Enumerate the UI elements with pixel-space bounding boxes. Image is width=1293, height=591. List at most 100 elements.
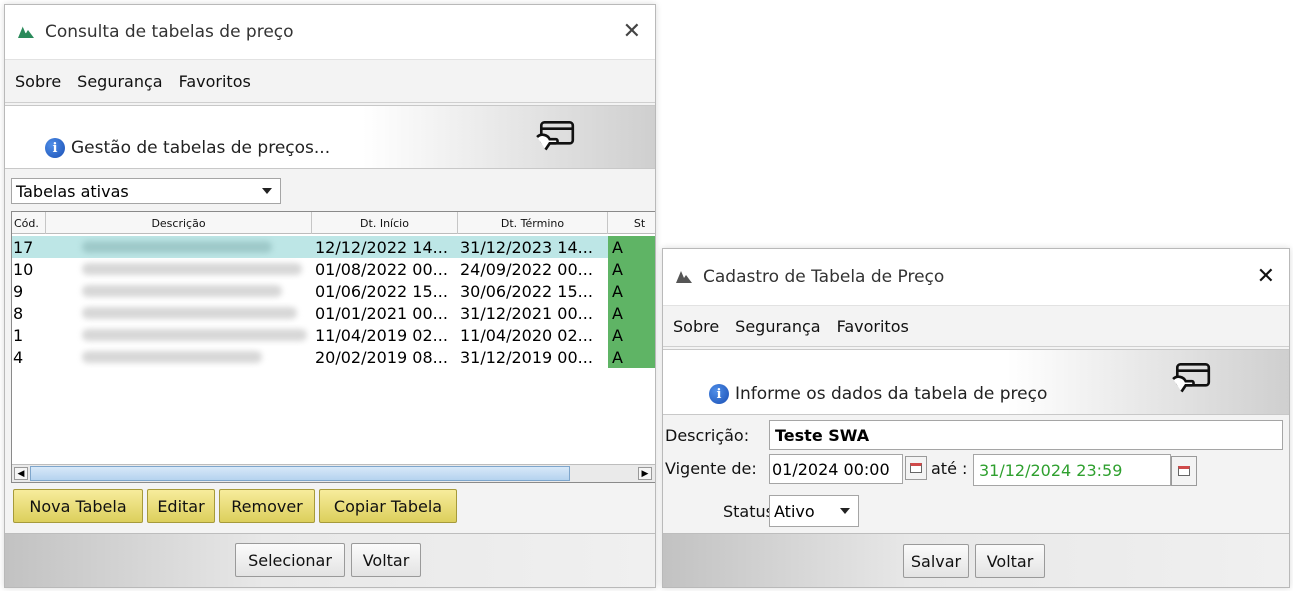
- bottom-bar: Selecionar Voltar: [5, 533, 655, 587]
- scroll-thumb[interactable]: [30, 466, 570, 481]
- menu-seguranca[interactable]: Segurança: [77, 72, 162, 91]
- app-logo-icon: [18, 25, 34, 38]
- cell-cod: 1: [13, 325, 24, 345]
- cell-dt-inicio: 20/02/2019 08...: [315, 347, 448, 367]
- price-tables-query-window: Consulta de tabelas de preço ✕ Sobre Seg…: [4, 4, 656, 588]
- col-status[interactable]: St: [608, 212, 655, 234]
- card-payment-icon: [536, 121, 575, 151]
- save-label: Salvar: [910, 551, 962, 571]
- chevron-down-icon: [262, 188, 272, 194]
- cell-dt-inicio: 01/08/2022 00...: [315, 259, 448, 279]
- close-icon[interactable]: ✕: [623, 21, 641, 43]
- col-dt-termino[interactable]: Dt. Término: [458, 212, 608, 234]
- new-table-button[interactable]: Nova Tabela: [13, 489, 143, 523]
- cell-dt-inicio: 01/01/2021 00...: [315, 303, 448, 323]
- cell-status: A: [608, 324, 655, 346]
- price-table-register-window: Cadastro de Tabela de Preço ✕ Sobre Segu…: [662, 248, 1290, 588]
- horizontal-scrollbar[interactable]: ◀ ▶: [12, 464, 655, 482]
- banner-message: i Informe os dados da tabela de preço: [709, 384, 1047, 404]
- valid-from-label: Vigente de:: [665, 459, 757, 478]
- calendar-icon[interactable]: [905, 456, 927, 480]
- copy-table-button[interactable]: Copiar Tabela: [319, 489, 457, 523]
- valid-from-value: 01/2024 00:00: [772, 459, 890, 479]
- cell-descricao-redacted: [46, 302, 312, 324]
- menu-bar: Sobre Segurança Favoritos: [663, 305, 1289, 347]
- banner-text: Gestão de tabelas de preços...: [71, 138, 331, 158]
- back-button[interactable]: Voltar: [975, 544, 1045, 578]
- table-row[interactable]: 9 01/06/2022 15... 30/06/2022 15... A: [12, 280, 655, 302]
- cell-dt-termino: 31/12/2023 14...: [460, 237, 593, 257]
- banner-text: Informe os dados da tabela de preço: [735, 384, 1048, 404]
- back-label: Voltar: [986, 551, 1034, 571]
- menu-favoritos[interactable]: Favoritos: [837, 317, 909, 336]
- menu-sobre[interactable]: Sobre: [15, 72, 61, 91]
- cell-cod: 17: [13, 237, 34, 257]
- edit-button[interactable]: Editar: [147, 489, 215, 523]
- description-field[interactable]: Teste SWA: [769, 420, 1283, 450]
- scroll-right-icon[interactable]: ▶: [638, 467, 652, 480]
- cell-status: A: [608, 258, 655, 280]
- col-descricao[interactable]: Descrição: [46, 212, 312, 234]
- close-icon[interactable]: ✕: [1257, 266, 1275, 288]
- valid-to-value: 31/12/2024 23:59: [979, 460, 1123, 480]
- header-banner: i Informe os dados da tabela de preço: [663, 349, 1289, 415]
- table-row[interactable]: 10 01/08/2022 00... 24/09/2022 00... A: [12, 258, 655, 280]
- valid-to-label: até :: [931, 459, 968, 478]
- cell-descricao-redacted: [46, 324, 312, 346]
- banner-message: i Gestão de tabelas de preços...: [45, 138, 330, 158]
- cell-dt-inicio: 01/06/2022 15...: [315, 281, 448, 301]
- select-button[interactable]: Selecionar: [235, 543, 345, 577]
- col-dt-inicio[interactable]: Dt. Início: [312, 212, 458, 234]
- calendar-icon[interactable]: [1171, 456, 1197, 486]
- filter-dropdown[interactable]: Tabelas ativas: [11, 178, 281, 204]
- menu-bar: Sobre Segurança Favoritos: [5, 59, 655, 103]
- table-row[interactable]: 17 12/12/2022 14... 31/12/2023 14... A: [12, 236, 655, 258]
- cell-dt-termino: 30/06/2022 15...: [460, 281, 593, 301]
- menu-favoritos[interactable]: Favoritos: [179, 72, 251, 91]
- menu-seguranca[interactable]: Segurança: [735, 317, 820, 336]
- cell-descricao-redacted: [46, 280, 312, 302]
- header-banner: i Gestão de tabelas de preços...: [5, 105, 655, 169]
- remove-button[interactable]: Remover: [219, 489, 315, 523]
- filter-selected: Tabelas ativas: [16, 181, 129, 201]
- title-bar: Consulta de tabelas de preço ✕: [5, 5, 655, 59]
- description-value: Teste SWA: [775, 425, 870, 445]
- cell-descricao-redacted: [46, 236, 312, 258]
- valid-to-field[interactable]: 31/12/2024 23:59: [973, 454, 1171, 486]
- cell-dt-termino: 11/04/2020 02...: [460, 325, 593, 345]
- chevron-down-icon: [840, 508, 850, 514]
- back-label: Voltar: [362, 550, 410, 570]
- cell-status: A: [608, 280, 655, 302]
- cell-cod: 8: [13, 303, 24, 323]
- save-button[interactable]: Salvar: [903, 544, 969, 578]
- scroll-left-icon[interactable]: ◀: [14, 467, 28, 480]
- cell-dt-termino: 31/12/2021 00...: [460, 303, 593, 323]
- cell-dt-inicio: 12/12/2022 14...: [315, 237, 448, 257]
- col-cod[interactable]: Cód.: [12, 212, 46, 234]
- table-row[interactable]: 1 11/04/2019 02... 11/04/2020 02... A: [12, 324, 655, 346]
- cell-descricao-redacted: [46, 346, 312, 368]
- cell-cod: 4: [13, 347, 24, 367]
- back-button[interactable]: Voltar: [351, 543, 421, 577]
- cell-dt-termino: 31/12/2019 00...: [460, 347, 593, 367]
- grid-header: Cód. Descrição Dt. Início Dt. Término St: [12, 212, 655, 234]
- status-dropdown[interactable]: Ativo: [769, 495, 859, 527]
- remove-label: Remover: [231, 496, 303, 516]
- price-tables-grid: Cód. Descrição Dt. Início Dt. Término St…: [11, 211, 655, 483]
- cell-cod: 9: [13, 281, 24, 301]
- edit-label: Editar: [157, 496, 205, 516]
- description-label: Descrição:: [665, 426, 750, 445]
- new-table-label: Nova Tabela: [29, 496, 127, 516]
- menu-sobre[interactable]: Sobre: [673, 317, 719, 336]
- cell-dt-inicio: 11/04/2019 02...: [315, 325, 448, 345]
- card-payment-icon: [1172, 363, 1211, 393]
- cell-descricao-redacted: [46, 258, 312, 280]
- valid-from-field[interactable]: 01/2024 00:00: [769, 454, 903, 484]
- table-row[interactable]: 8 01/01/2021 00... 31/12/2021 00... A: [12, 302, 655, 324]
- select-label: Selecionar: [248, 550, 332, 570]
- cell-status: A: [608, 302, 655, 324]
- cell-status: A: [608, 236, 655, 258]
- window-title: Consulta de tabelas de preço: [45, 22, 294, 42]
- table-row[interactable]: 4 20/02/2019 08... 31/12/2019 00... A: [12, 346, 655, 368]
- info-icon: i: [709, 384, 729, 404]
